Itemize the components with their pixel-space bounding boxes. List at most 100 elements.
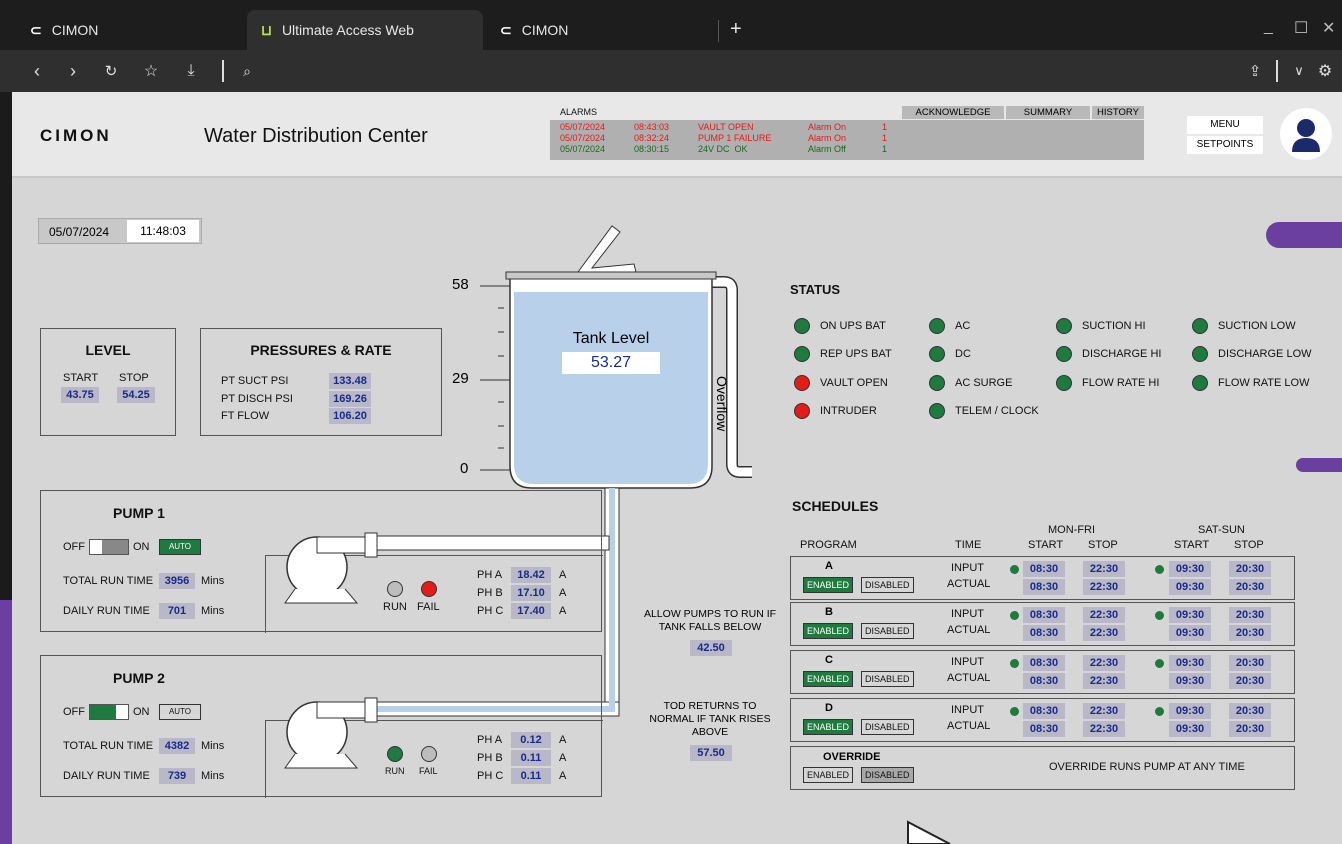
pump-2-total-unit: Mins: [201, 740, 225, 752]
pump-2-title: PUMP 2: [113, 670, 165, 686]
status-label: VAULT OPEN: [820, 377, 888, 389]
program-enabled-button[interactable]: ENABLED: [803, 719, 854, 735]
override-text: OVERRIDE RUNS PUMP AT ANY TIME: [1049, 761, 1245, 773]
status-label: TELEM / CLOCK: [955, 405, 1039, 417]
pump-1-off-label: OFF: [63, 541, 85, 553]
ss-input-start[interactable]: 09:30: [1169, 607, 1211, 623]
side-panel-tab[interactable]: [1266, 222, 1342, 248]
ss-input-stop[interactable]: 20:30: [1229, 655, 1271, 671]
pump-1-run-indicator: [387, 581, 403, 597]
pump-2-daily-unit: Mins: [201, 770, 225, 782]
program-col-header: PROGRAM: [800, 539, 857, 551]
mf-active-dot: [1010, 611, 1019, 620]
cimon-favicon-icon: ⊂: [30, 21, 42, 38]
settings-gear-icon[interactable]: ⚙: [1314, 60, 1336, 82]
program-enabled-button[interactable]: ENABLED: [803, 671, 854, 687]
menu-button[interactable]: MENU: [1187, 116, 1263, 134]
status-indicator: [929, 318, 945, 334]
share-icon[interactable]: ⇪: [1244, 60, 1266, 82]
program-disabled-button[interactable]: DISABLED: [861, 577, 914, 593]
pump-2-phc-value: 0.11: [511, 768, 551, 784]
status-label: DISCHARGE HI: [1082, 348, 1162, 360]
browser-tab-cimon-1[interactable]: ⊂ CIMON: [16, 10, 246, 50]
mf-actual-stop: 22:30: [1083, 625, 1125, 641]
chevron-down-icon[interactable]: ∨: [1288, 60, 1310, 82]
ss-input-start[interactable]: 09:30: [1169, 703, 1211, 719]
user-avatar[interactable]: [1280, 108, 1332, 160]
pump-2-phc-label: PH C: [477, 770, 504, 782]
tank-level-label: Tank Level: [572, 330, 650, 347]
tod-returns-value[interactable]: 57.50: [690, 745, 732, 761]
status-label: SUCTION HI: [1082, 320, 1146, 332]
history-button[interactable]: HISTORY: [1092, 106, 1144, 119]
reload-icon[interactable]: ↻: [100, 60, 122, 82]
pump-2-auto-button[interactable]: AUTO: [159, 704, 201, 720]
acknowledge-button[interactable]: ACKNOWLEDGE: [902, 106, 1004, 119]
pump-1-toggle[interactable]: [89, 539, 129, 555]
search-icon[interactable]: ⌕: [236, 60, 258, 82]
ss-active-dot: [1155, 611, 1164, 620]
bookmark-star-icon[interactable]: ☆: [140, 60, 162, 82]
mf-input-start[interactable]: 08:30: [1023, 607, 1065, 623]
override-disabled-button[interactable]: DISABLED: [861, 767, 914, 783]
pump-2-phb-value: 0.11: [511, 750, 551, 766]
pump-1-icon: [284, 532, 378, 604]
mf-input-start[interactable]: 08:30: [1023, 561, 1065, 577]
ss-input-stop[interactable]: 20:30: [1229, 703, 1271, 719]
ss-input-start[interactable]: 09:30: [1169, 655, 1211, 671]
mf-input-start[interactable]: 08:30: [1023, 703, 1065, 719]
tab-label: CIMON: [521, 22, 569, 38]
program-enabled-button[interactable]: ENABLED: [803, 577, 854, 593]
override-enabled-button[interactable]: ENABLED: [803, 767, 854, 783]
program-enabled-button[interactable]: ENABLED: [803, 623, 854, 639]
status-label: INTRUDER: [820, 405, 877, 417]
status-label: FLOW RATE LOW: [1218, 377, 1310, 389]
pump-1-daily-value: 701: [159, 603, 195, 619]
program-disabled-button[interactable]: DISABLED: [861, 671, 914, 687]
summary-button[interactable]: SUMMARY: [1006, 106, 1090, 119]
close-window-button[interactable]: ✕: [1322, 18, 1335, 38]
tank-scale-mid: 29: [452, 370, 469, 387]
maximize-button[interactable]: ☐: [1294, 18, 1308, 38]
pump-2-toggle[interactable]: [89, 704, 129, 720]
pump-1-total-unit: Mins: [201, 575, 225, 587]
ss-input-stop[interactable]: 20:30: [1229, 607, 1271, 623]
back-icon[interactable]: ‹: [26, 60, 48, 82]
browser-tab-ultimate-access[interactable]: ⊔ Ultimate Access Web: [247, 10, 483, 50]
new-tab-button[interactable]: +: [730, 18, 742, 41]
status-indicator: [794, 318, 810, 334]
pump-2-total-label: TOTAL RUN TIME: [63, 740, 154, 752]
allow-pumps-value[interactable]: 42.50: [690, 640, 732, 656]
status-indicator: [794, 346, 810, 362]
program-disabled-button[interactable]: DISABLED: [861, 623, 914, 639]
mf-actual-start: 08:30: [1023, 625, 1065, 641]
status-label: DC: [955, 348, 971, 360]
pump-1-auto-button[interactable]: AUTO: [159, 539, 201, 555]
mf-active-dot: [1010, 659, 1019, 668]
ss-input-start[interactable]: 09:30: [1169, 561, 1211, 577]
setpoints-button[interactable]: SETPOINTS: [1187, 136, 1263, 154]
download-icon[interactable]: ⤓: [180, 60, 202, 82]
mf-active-dot: [1010, 565, 1019, 574]
ss-active-dot: [1155, 565, 1164, 574]
mf-input-stop[interactable]: 22:30: [1083, 561, 1125, 577]
browser-tab-cimon-2[interactable]: ⊂ CIMON: [486, 10, 716, 50]
cimon-favicon-icon: ⊂: [500, 21, 512, 38]
mf-input-stop[interactable]: 22:30: [1083, 655, 1125, 671]
mf-active-dot: [1010, 707, 1019, 716]
pump-1-total-value: 3956: [159, 573, 195, 589]
pump-2-pha-label: PH A: [477, 734, 503, 746]
mf-input-stop[interactable]: 22:30: [1083, 607, 1125, 623]
pump-2-phc-unit: A: [559, 770, 567, 782]
pump-1-phc-value: 17.40: [511, 603, 551, 619]
pump-1-run-label: RUN: [383, 601, 407, 613]
minimize-button[interactable]: _: [1264, 18, 1273, 36]
program-disabled-button[interactable]: DISABLED: [861, 719, 914, 735]
side-panel-tab[interactable]: [1296, 458, 1342, 472]
schedule-row: B ENABLED DISABLED INPUT ACTUAL 08:30 22:30 08:…: [790, 602, 1295, 646]
status-indicator: [1056, 375, 1072, 391]
mf-input-start[interactable]: 08:30: [1023, 655, 1065, 671]
ss-input-stop[interactable]: 20:30: [1229, 561, 1271, 577]
forward-icon[interactable]: ›: [62, 60, 84, 82]
mf-input-stop[interactable]: 22:30: [1083, 703, 1125, 719]
